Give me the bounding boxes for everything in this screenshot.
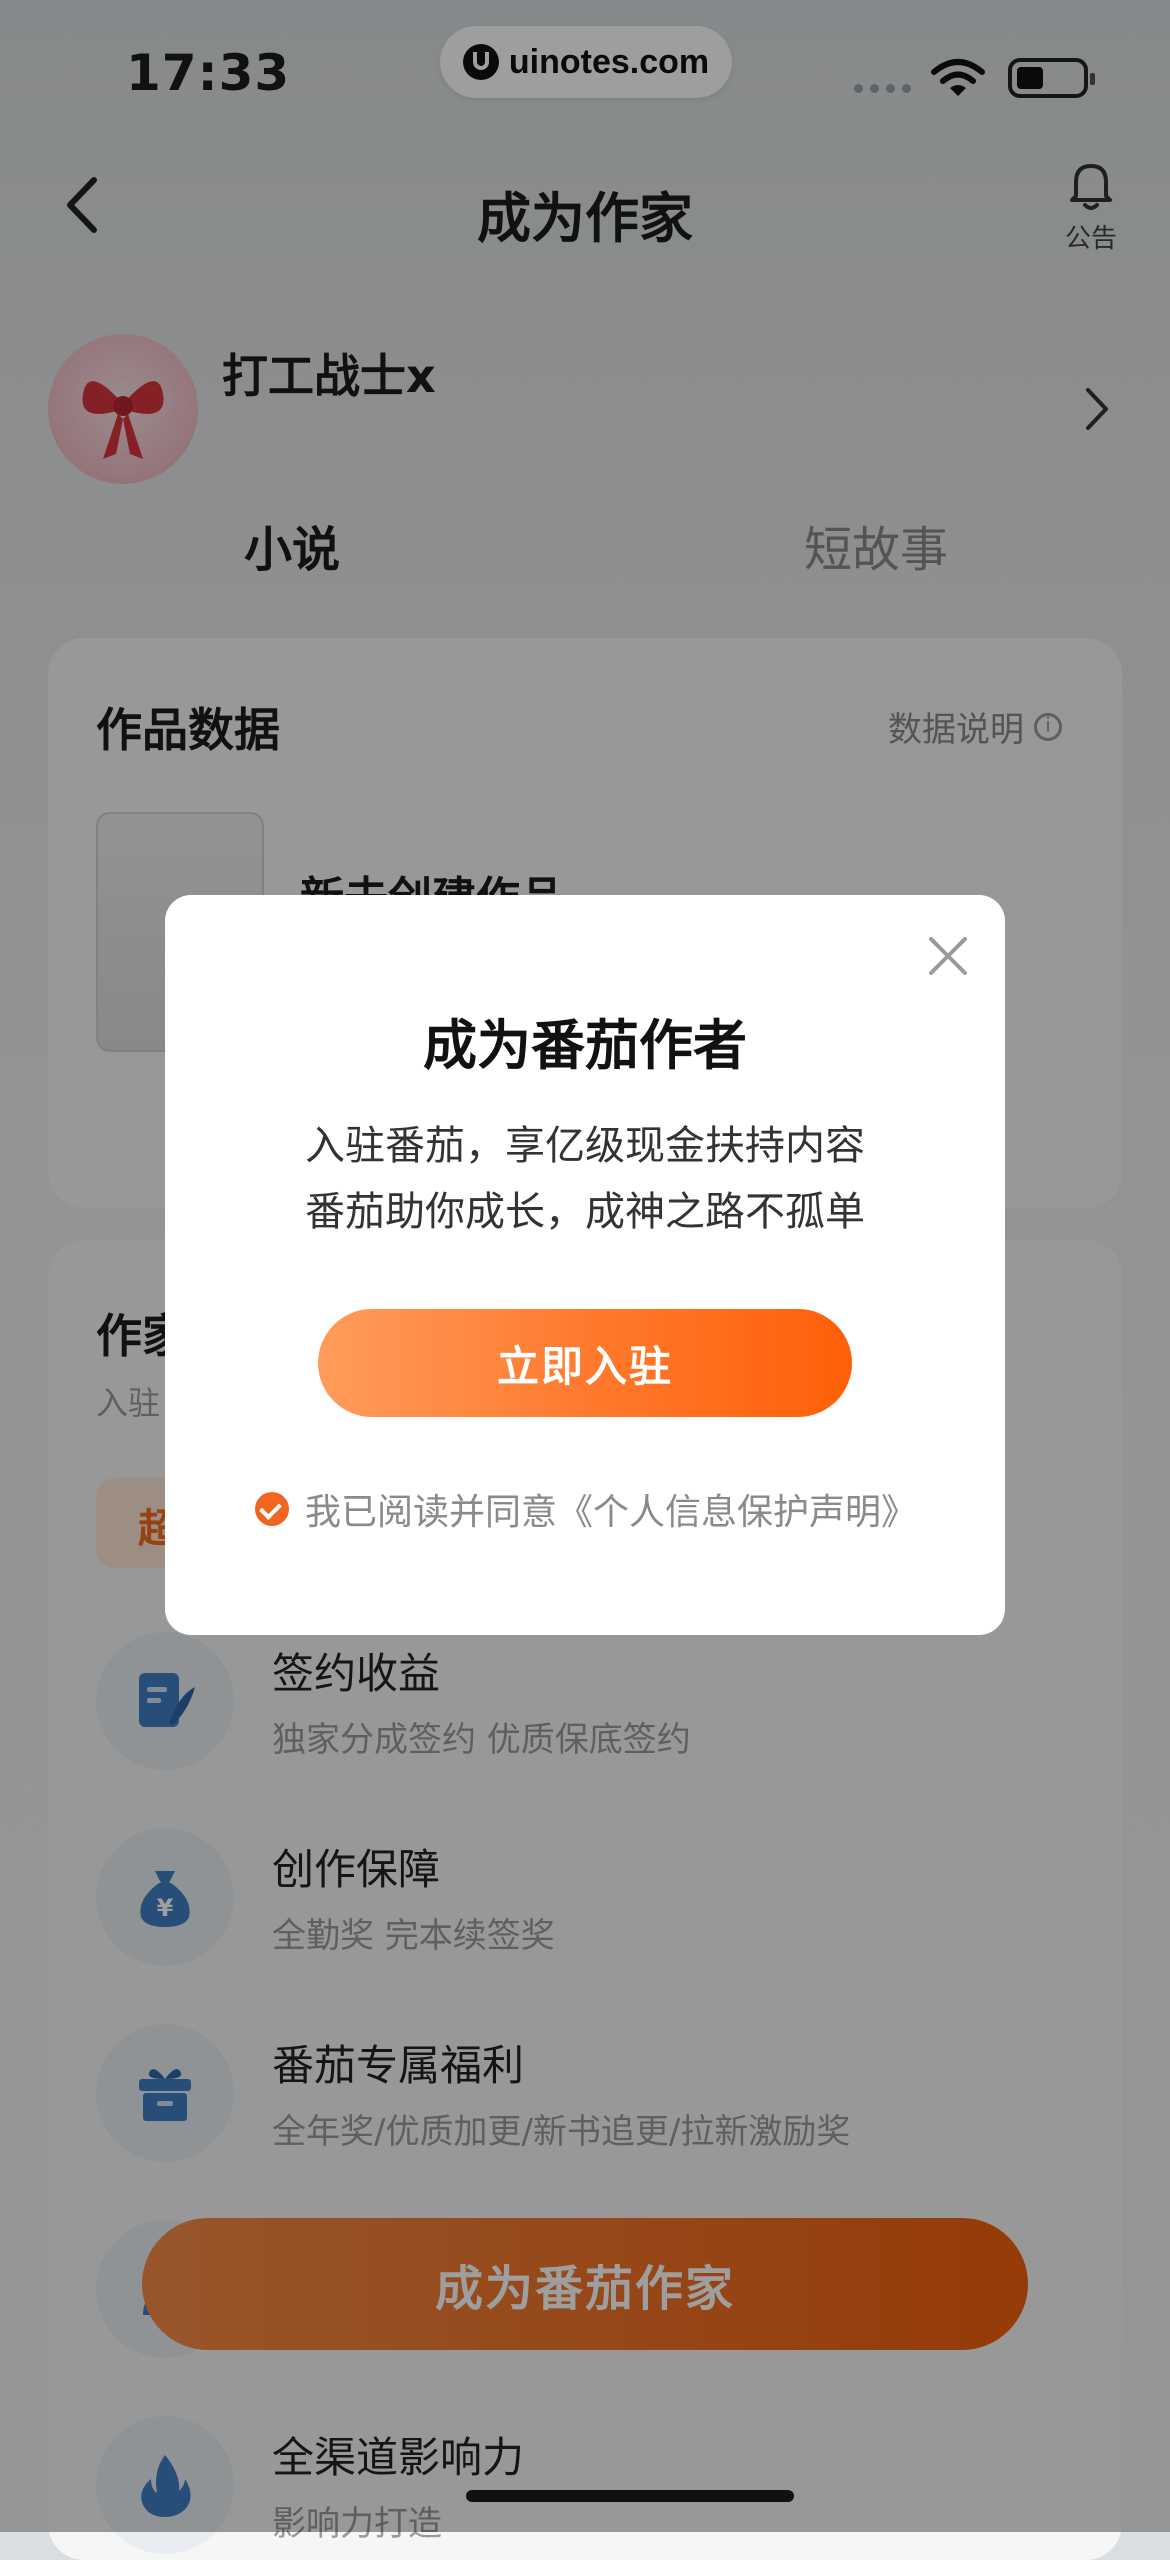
modal-title: 成为番茄作者 (423, 1014, 747, 1077)
checkbox-checked-icon[interactable] (255, 1492, 289, 1526)
modal-desc-line-2: 番茄助你成长，成神之路不孤单 (305, 1189, 865, 1235)
author-invite-modal: 成为番茄作者 入驻番茄，享亿级现金扶持内容 番茄助你成长，成神之路不孤单 立即入… (165, 895, 1005, 1635)
agreement-text[interactable]: 我已阅读并同意《个人信息保护声明》 (305, 1483, 917, 1535)
home-indicator (466, 2490, 794, 2502)
join-now-button[interactable]: 立即入驻 (318, 1309, 852, 1417)
modal-desc-line-1: 入驻番茄，享亿级现金扶持内容 (305, 1123, 865, 1169)
join-now-label: 立即入驻 (496, 1341, 673, 1391)
agreement-row[interactable]: 我已阅读并同意《个人信息保护声明》 (255, 1483, 917, 1535)
close-icon[interactable] (925, 933, 971, 979)
